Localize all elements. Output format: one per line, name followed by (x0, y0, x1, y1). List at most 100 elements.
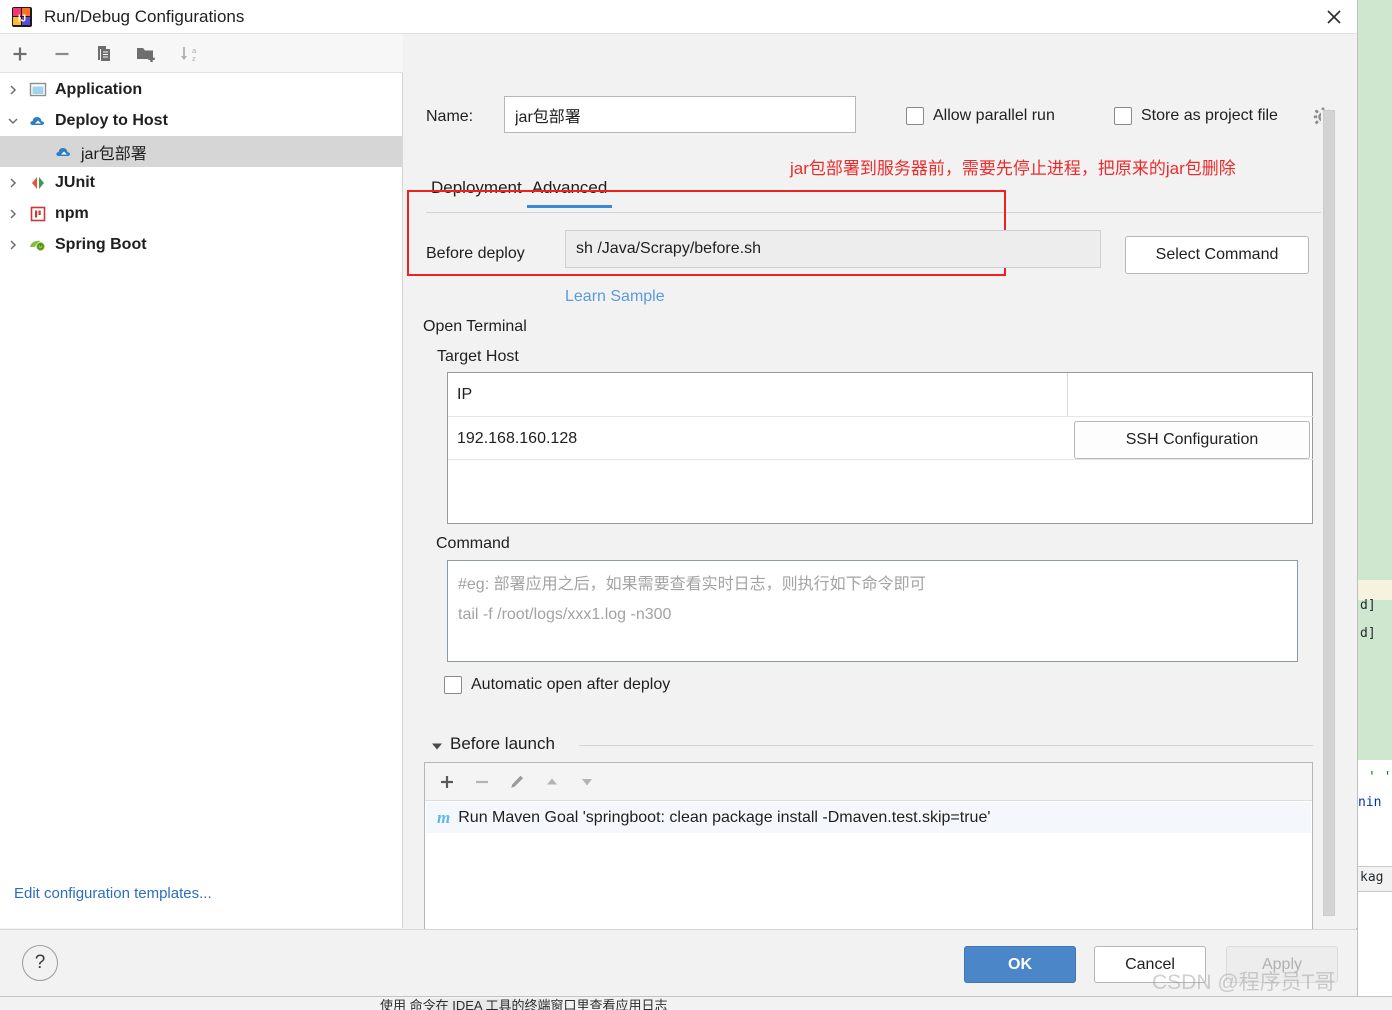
before-launch-item-label: Run Maven Goal 'springboot: clean packag… (458, 808, 991, 826)
ide-code-line: nin (1358, 795, 1382, 810)
ide-diff-panel-green-2 (1358, 600, 1392, 760)
edit-configuration-templates-link[interactable]: Edit configuration templates... (14, 885, 212, 902)
dialog-title: Run/Debug Configurations (44, 7, 245, 26)
select-command-button[interactable]: Select Command (1125, 236, 1309, 274)
svg-text:z: z (192, 54, 196, 63)
store-as-project-file-label: Store as project file (1141, 107, 1278, 124)
tree-item-npm[interactable]: npm (0, 198, 403, 229)
tree-item-jar-deploy[interactable]: jar包部署 (0, 136, 403, 167)
before-launch-panel: m Run Maven Goal 'springboot: clean pack… (424, 762, 1313, 930)
content-scrollbar[interactable] (1321, 110, 1337, 916)
chevron-down-icon[interactable] (0, 115, 26, 127)
dialog-button-bar: ? OK Cancel Apply (0, 929, 1357, 996)
target-host-table[interactable]: IP 192.168.160.128 SSH Configuration (447, 372, 1314, 524)
configurations-sidebar: a z Application Deploy to Host jar包部署 JU… (0, 34, 403, 928)
ide-diff-panel-green (1358, 0, 1392, 580)
store-as-project-file-checkbox[interactable]: Store as project file (1114, 107, 1278, 125)
tree-item-label: Spring Boot (55, 235, 147, 253)
automatic-open-after-deploy-checkbox[interactable]: Automatic open after deploy (444, 676, 670, 694)
table-row-divider (448, 459, 1314, 460)
triangle-up-icon[interactable] (538, 768, 566, 796)
scrollbar-thumb[interactable] (1323, 110, 1335, 916)
ide-divider (1357, 0, 1358, 1010)
chevron-right-icon[interactable] (0, 239, 26, 251)
ide-code-line: kag (1360, 870, 1384, 885)
tree-item-label: npm (55, 204, 89, 222)
learn-sample-link[interactable]: Learn Sample (565, 288, 665, 306)
table-row[interactable]: 192.168.160.128 (457, 430, 577, 448)
before-deploy-label: Before deploy (426, 245, 525, 262)
ide-status-bar: 使用 命令在 IDEA 工具的终端窗口里查看应用日志 (0, 996, 1392, 1010)
ide-code-line: d] (1360, 626, 1376, 641)
minus-icon[interactable] (468, 768, 496, 796)
cancel-button[interactable]: Cancel (1094, 946, 1206, 983)
tab-deployment[interactable]: Deployment (426, 178, 527, 208)
sidebar-toolbar: a z (0, 34, 403, 73)
chevron-right-icon[interactable] (0, 84, 26, 96)
name-input[interactable] (504, 96, 856, 133)
ide-bottom-strip (1358, 892, 1392, 930)
triangle-down-icon[interactable] (573, 768, 601, 796)
checkbox-box[interactable] (444, 676, 462, 694)
configuration-content-pane: Name: Allow parallel run Store as projec… (404, 34, 1357, 963)
close-icon[interactable] (1311, 0, 1357, 34)
cloud-icon (26, 112, 50, 130)
ide-editor-area (1358, 772, 1392, 880)
section-divider (579, 745, 1313, 746)
tree-item-label: Deploy to Host (55, 111, 168, 129)
checkbox-box[interactable] (906, 107, 924, 125)
plus-icon[interactable] (6, 40, 34, 68)
sort-az-icon[interactable]: a z (175, 40, 203, 68)
ide-code-line: ' ' (1368, 770, 1392, 785)
configurations-tree: Application Deploy to Host jar包部署 JUnit … (0, 74, 403, 928)
before-deploy-input[interactable] (565, 230, 1101, 268)
copy-icon[interactable] (90, 40, 118, 68)
command-placeholder-line-1: #eg: 部署应用之后，如果需要查看实时日志，则执行如下命令即可 (458, 576, 926, 593)
tree-item-deploy-to-host[interactable]: Deploy to Host (0, 105, 403, 136)
dialog-titlebar: IJ Run/Debug Configurations (0, 0, 1357, 34)
command-label: Command (436, 535, 510, 552)
chevron-right-icon[interactable] (0, 208, 26, 220)
allow-parallel-run-checkbox[interactable]: Allow parallel run (906, 107, 1055, 125)
svg-text:IJ: IJ (18, 14, 26, 25)
run-debug-configurations-dialog: IJ Run/Debug Configurations a z Applicat… (0, 0, 1357, 996)
checkbox-box[interactable] (1114, 107, 1132, 125)
red-annotation-text: jar包部署到服务器前，需要先停止进程，把原来的jar包删除 (790, 159, 1236, 178)
list-item[interactable]: m Run Maven Goal 'springboot: clean pack… (426, 802, 1311, 833)
ok-button[interactable]: OK (964, 946, 1076, 983)
chevron-right-icon[interactable] (0, 177, 26, 189)
apply-button: Apply (1226, 946, 1338, 983)
tab-divider (426, 212, 1336, 213)
tree-item-label: Application (55, 80, 143, 98)
configuration-tabs: Deployment Advanced (426, 178, 612, 208)
cloud-icon (52, 143, 76, 161)
open-terminal-label: Open Terminal (423, 318, 527, 335)
name-label: Name: (426, 108, 474, 125)
ide-status-text: 使用 命令在 IDEA 工具的终端窗口里查看应用日志 (380, 998, 668, 1010)
tree-item-label: JUnit (55, 173, 95, 191)
allow-parallel-run-label: Allow parallel run (933, 107, 1055, 124)
help-button[interactable]: ? (22, 945, 58, 981)
tree-item-spring-boot[interactable]: Spring Boot (0, 229, 403, 260)
folder-add-icon[interactable] (132, 40, 160, 68)
tab-advanced[interactable]: Advanced (526, 178, 613, 208)
ssh-configuration-button[interactable]: SSH Configuration (1074, 421, 1310, 459)
command-textarea[interactable]: #eg: 部署应用之后，如果需要查看实时日志，则执行如下命令即可 tail -f… (447, 560, 1298, 662)
before-launch-section-label: Before launch (450, 734, 555, 753)
automatic-open-after-deploy-label: Automatic open after deploy (471, 676, 671, 693)
command-placeholder-line-2: tail -f /root/logs/xxx1.log -n300 (458, 606, 672, 623)
pencil-icon[interactable] (503, 768, 531, 796)
table-column-divider (1067, 373, 1068, 416)
tree-item-application[interactable]: Application (0, 74, 403, 105)
tree-item-junit[interactable]: JUnit (0, 167, 403, 198)
ide-diff-strip-cream (1358, 580, 1392, 600)
tree-item-label: jar包部署 (81, 145, 147, 163)
spring-boot-icon (26, 236, 50, 254)
table-header-divider (448, 416, 1314, 417)
junit-icon (26, 174, 50, 192)
plus-icon[interactable] (433, 768, 461, 796)
triangle-down-icon[interactable] (430, 739, 444, 758)
minus-icon[interactable] (48, 40, 76, 68)
application-icon (26, 81, 50, 99)
npm-icon (26, 205, 50, 223)
